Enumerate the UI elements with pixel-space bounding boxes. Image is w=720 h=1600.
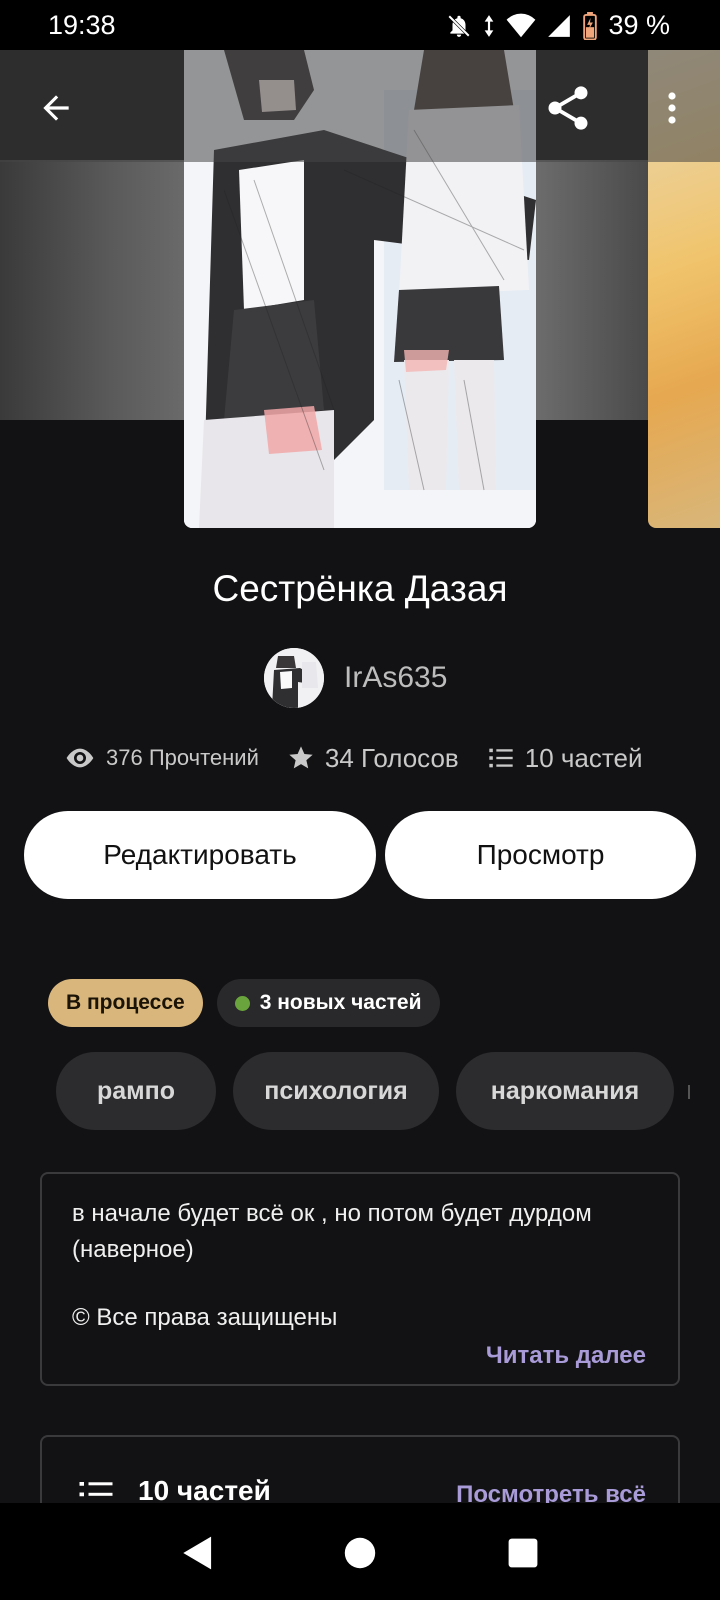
parts-stat: 10 частей (487, 742, 643, 774)
votes-count: 34 Голосов (324, 742, 459, 773)
tag-chip[interactable]: психология (233, 1052, 439, 1130)
status-bar: 19:38 39 % (0, 0, 720, 50)
status-badge: В процессе (48, 979, 203, 1027)
status-time: 19:38 (48, 10, 116, 40)
reads-count: 376 Прочтений (106, 745, 259, 770)
signal-icon (548, 14, 571, 37)
wifi-icon (507, 13, 536, 37)
story-title: Сестрёнка Дазая (212, 568, 508, 609)
cover-backdrop-left (0, 160, 185, 420)
toolbar-scrim (0, 50, 720, 162)
reads-stat: 376 Прочтений (64, 742, 259, 774)
battery-percent: 39 % (608, 10, 670, 40)
data-arrows-icon (485, 14, 494, 37)
tag-chip[interactable]: наркомания (456, 1052, 674, 1130)
eye-icon (66, 748, 94, 768)
author-avatar[interactable] (264, 648, 324, 708)
tag-scroll-hint (688, 1085, 690, 1099)
share-icon (548, 86, 588, 130)
tag-chip[interactable]: рампо (56, 1052, 216, 1130)
preview-button[interactable]: Просмотр (385, 811, 696, 899)
description-text: в начале будет всё ок , но потом будет д… (72, 1200, 592, 1263)
cover-backdrop-right (530, 160, 648, 420)
new-parts-label: 3 новых частей (259, 991, 422, 1014)
star-icon (289, 746, 313, 769)
parts-count: 10 частей (524, 742, 643, 773)
system-nav-bar (0, 1503, 720, 1600)
read-more-link[interactable]: Читать далее (486, 1342, 646, 1370)
story-stats: 376 Прочтений 34 Голосов 10 частей (64, 742, 642, 774)
nav-back-button[interactable] (176, 1531, 220, 1575)
author-link[interactable]: IrAs635 (264, 648, 447, 708)
description-card[interactable]: в начале будет всё ок , но потом будет д… (40, 1172, 680, 1386)
status-badges: В процессе 3 новых частей (48, 979, 440, 1027)
nav-recents-button[interactable] (501, 1531, 545, 1575)
status-icons: 39 % (446, 10, 670, 41)
circle-home-icon (344, 1537, 376, 1569)
list-icon (489, 748, 513, 768)
more-options-button[interactable] (644, 80, 700, 136)
arrow-left-icon (43, 95, 69, 121)
new-dot-icon (234, 995, 250, 1011)
battery-icon (583, 11, 598, 40)
more-vertical-icon (668, 92, 676, 124)
copyright-text: © Все права защищены (72, 1304, 338, 1331)
bell-off-icon (448, 14, 471, 37)
votes-stat: 34 Голосов (287, 743, 459, 774)
nav-home-button[interactable] (338, 1531, 382, 1575)
author-name[interactable]: IrAs635 (344, 661, 447, 695)
triangle-back-icon (183, 1536, 212, 1570)
back-button[interactable] (28, 80, 84, 136)
square-recents-icon (508, 1538, 538, 1568)
tag-list: рампо психология наркомания (56, 1052, 674, 1130)
share-button[interactable] (540, 80, 596, 136)
cover-carousel[interactable] (0, 50, 720, 530)
edit-button[interactable]: Редактировать (24, 811, 376, 899)
new-parts-badge: 3 новых частей (216, 979, 440, 1027)
